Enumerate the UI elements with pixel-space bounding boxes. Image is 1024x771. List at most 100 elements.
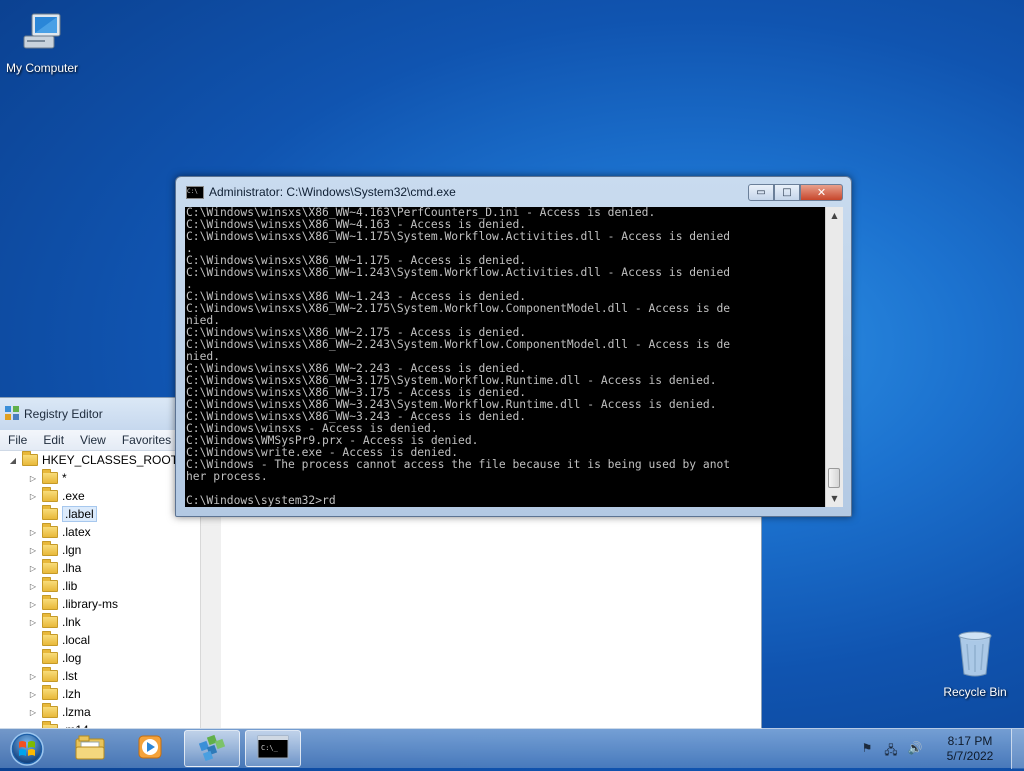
tree-item-label: .exe (62, 489, 85, 503)
scroll-thumb[interactable] (828, 468, 840, 488)
tree-item[interactable]: ▷ .library-ms (0, 595, 200, 613)
tree-item-label: .lha (62, 561, 82, 575)
desktop-icon-label: My Computer (5, 61, 79, 75)
clock[interactable]: 8:17 PM 5/7/2022 (935, 734, 1005, 764)
windows-logo-icon (10, 732, 44, 766)
expand-icon[interactable]: ▷ (28, 672, 38, 681)
folder-icon (42, 631, 58, 646)
folder-icon (42, 487, 58, 502)
tree-item[interactable]: ▷ .lnk (0, 613, 200, 631)
folder-icon (42, 703, 58, 718)
computer-icon (0, 10, 84, 57)
desktop-icon-my-computer[interactable]: My Computer (0, 10, 84, 75)
regedit-title: Registry Editor (24, 407, 103, 421)
tree-item-label: HKEY_CLASSES_ROOT (42, 453, 179, 467)
desktop-icon-recycle-bin[interactable]: Recycle Bin (933, 630, 1017, 699)
tree-item[interactable]: ▷ .latex (0, 523, 200, 541)
scroll-up-icon[interactable]: ▲ (826, 207, 843, 224)
folder-icon (42, 469, 58, 484)
cmd-window[interactable]: C:\ Administrator: C:\Windows\System32\c… (175, 176, 852, 517)
tree-item[interactable]: ▷ .lzma (0, 703, 200, 721)
tree-item[interactable]: .local (0, 631, 200, 649)
folder-icon (42, 667, 58, 682)
console-text: C:\Windows\winsxs\X86_WW~4.163\PerfCount… (186, 207, 731, 507)
tree-item-label: .log (62, 651, 82, 665)
taskbar-command-prompt[interactable]: C:\_ (245, 730, 301, 767)
network-icon[interactable]: 🖧 (882, 741, 900, 757)
tree-item[interactable]: ▷ .lzh (0, 685, 200, 703)
tree-item-label: .local (62, 633, 91, 647)
tree-item[interactable]: ▷ .exe (0, 487, 200, 505)
expand-icon[interactable]: ▷ (28, 582, 38, 591)
taskbar-media-player[interactable] (122, 730, 178, 767)
expand-icon[interactable]: ▷ (28, 492, 38, 501)
folder-library-icon (74, 733, 106, 764)
folder-icon (42, 595, 58, 610)
menu-edit[interactable]: Edit (35, 433, 72, 447)
tree-item-label: * (62, 471, 67, 485)
tree-item[interactable]: ▷ .lha (0, 559, 200, 577)
tree-item[interactable]: ▷ .lst (0, 667, 200, 685)
registry-tree[interactable]: ◢ HKEY_CLASSES_ROOT ▷ * ▷ .exe .label ▷ .latex… (0, 451, 200, 728)
action-center-flag-icon[interactable]: ⚑ (858, 741, 876, 757)
tree-item[interactable]: ▷ .lib (0, 577, 200, 595)
menu-view[interactable]: View (72, 433, 114, 447)
minimize-button[interactable]: ▭ (748, 184, 774, 201)
tree-item[interactable]: ▷ * (0, 469, 200, 487)
tree-item-label: .library-ms (62, 597, 118, 611)
folder-icon (42, 685, 58, 700)
folder-icon (42, 577, 58, 592)
taskbar-registry-editor[interactable] (184, 730, 240, 767)
expand-icon[interactable]: ▷ (28, 528, 38, 537)
collapse-icon[interactable]: ◢ (8, 456, 18, 465)
tree-item-label: .lib (62, 579, 78, 593)
volume-icon[interactable]: 🔊 (906, 741, 924, 757)
console-output[interactable]: C:\Windows\winsxs\X86_WW~4.163\PerfCount… (185, 207, 825, 507)
tree-item[interactable]: .label (0, 505, 200, 523)
scroll-down-icon[interactable]: ▼ (826, 490, 843, 507)
folder-icon (42, 613, 58, 628)
taskbar-explorer[interactable] (62, 730, 118, 767)
tree-item-hkcr[interactable]: ◢ HKEY_CLASSES_ROOT (0, 451, 200, 469)
command-prompt-icon: C:\_ (257, 735, 289, 762)
tree-item[interactable]: ▷ .lgn (0, 541, 200, 559)
maximize-button[interactable]: □ (774, 184, 800, 201)
system-tray: ⚑ 🖧 🔊 8:17 PM 5/7/2022 (855, 729, 1024, 769)
tree-item-label: .latex (62, 525, 91, 539)
vertical-scrollbar[interactable]: ▲ ▼ (825, 207, 843, 507)
taskbar: C:\_ ⚑ 🖧 🔊 8:17 PM 5/7/2022 (0, 728, 1024, 769)
tree-item-label: .lst (62, 669, 78, 683)
folder-icon (42, 523, 58, 538)
expand-icon[interactable]: ▷ (28, 546, 38, 555)
close-button[interactable]: ✕ (800, 184, 843, 201)
media-player-icon (135, 733, 165, 764)
expand-icon[interactable]: ▷ (28, 708, 38, 717)
menu-file[interactable]: File (0, 433, 35, 447)
tree-item[interactable]: .log (0, 649, 200, 667)
regedit-app-icon (4, 405, 20, 424)
desktop-icon-label: Recycle Bin (943, 685, 1007, 699)
expand-icon[interactable]: ▷ (28, 690, 38, 699)
tree-item-label: .lzma (62, 705, 91, 719)
tree-item[interactable]: ▷.m14 (0, 721, 200, 728)
folder-icon (42, 541, 58, 556)
expand-icon[interactable]: ▷ (28, 600, 38, 609)
cmd-app-icon: C:\ (186, 185, 204, 199)
tree-item-label: .lgn (62, 543, 82, 557)
folder-icon (42, 559, 58, 574)
registry-editor-icon (196, 732, 228, 765)
clock-time: 8:17 PM (947, 734, 993, 748)
menu-favorites[interactable]: Favorites (114, 433, 179, 447)
svg-text:C:\_: C:\_ (261, 744, 279, 752)
clock-date: 5/7/2022 (946, 749, 994, 763)
folder-icon (42, 505, 58, 520)
recycle-bin-icon (933, 630, 1017, 681)
expand-icon[interactable]: ▷ (28, 564, 38, 573)
folder-icon (42, 649, 58, 664)
expand-icon[interactable]: ▷ (28, 474, 38, 483)
tree-item-label: .label (62, 506, 97, 522)
expand-icon[interactable]: ▷ (28, 618, 38, 627)
start-button[interactable] (4, 730, 50, 768)
show-desktop-button[interactable] (1011, 729, 1024, 769)
folder-icon (22, 451, 38, 466)
